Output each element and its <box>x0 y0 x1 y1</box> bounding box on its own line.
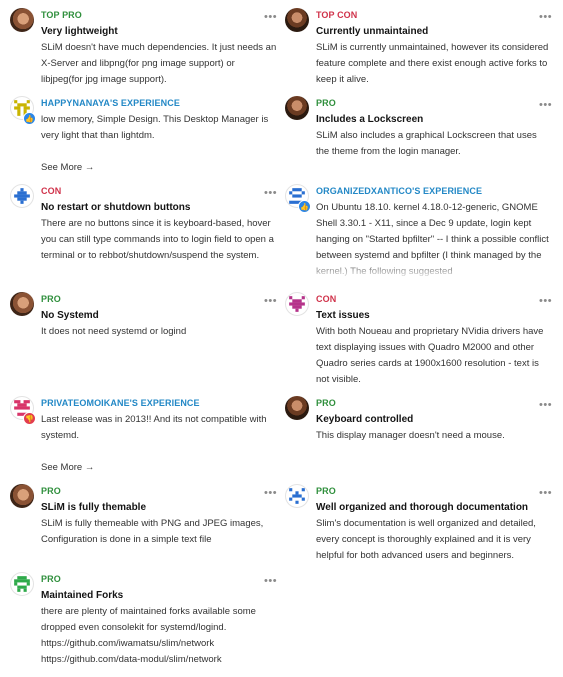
user-avatar[interactable] <box>10 8 34 32</box>
more-options-icon[interactable]: ••• <box>264 188 277 199</box>
more-options-icon[interactable]: ••• <box>264 12 277 23</box>
card-label: CON <box>316 294 337 304</box>
card-title[interactable]: Very lightweight <box>41 24 118 40</box>
thumbs-up-icon: 👍 <box>23 112 36 125</box>
card-title[interactable]: SLiM is fully themable <box>41 500 146 516</box>
more-options-icon[interactable]: ••• <box>539 488 552 499</box>
card-title[interactable]: Keyboard controlled <box>316 412 413 428</box>
user-avatar[interactable] <box>285 8 309 32</box>
pixel-avatar-icon <box>14 188 30 204</box>
card-label: PRO <box>316 398 336 408</box>
user-avatar[interactable] <box>285 484 309 508</box>
thumbs-up-icon: 👍 <box>298 200 311 213</box>
more-options-icon[interactable]: ••• <box>264 576 277 587</box>
user-avatar[interactable] <box>10 292 34 316</box>
card-title[interactable]: Currently unmaintained <box>316 24 428 40</box>
card-title[interactable]: No Systemd <box>41 308 99 324</box>
more-options-icon[interactable]: ••• <box>264 296 277 307</box>
card-title[interactable]: Maintained Forks <box>41 588 123 604</box>
text-fade <box>316 260 552 280</box>
user-avatar[interactable] <box>285 396 309 420</box>
user-avatar[interactable] <box>285 96 309 120</box>
card-title[interactable]: Text issues <box>316 308 370 324</box>
more-options-icon[interactable]: ••• <box>264 488 277 499</box>
see-more-link[interactable]: See More → <box>41 160 94 176</box>
user-avatar[interactable] <box>10 484 34 508</box>
card-label: PRO <box>41 294 61 304</box>
card-text: This display manager doesn't need a mous… <box>316 430 505 441</box>
user-avatar[interactable] <box>10 184 34 208</box>
card-label: PRO <box>41 574 61 584</box>
card-label: CON <box>41 186 62 196</box>
pixel-avatar-icon <box>289 296 305 312</box>
see-more-link[interactable]: See More → <box>41 460 94 476</box>
card-label: PRO <box>316 98 336 108</box>
more-options-icon[interactable]: ••• <box>539 100 552 111</box>
card-text: SLiM doesn't have much dependencies. It … <box>41 42 277 85</box>
card-text: there are plenty of maintained forks ava… <box>41 606 256 665</box>
experience-text: Last release was in 2013!! And its not c… <box>41 414 267 441</box>
card-text: With both Noueau and proprietary NVidia … <box>316 326 544 385</box>
card-label: PRO <box>41 486 61 496</box>
pixel-avatar-icon <box>289 488 305 504</box>
user-avatar[interactable] <box>285 292 309 316</box>
more-options-icon[interactable]: ••• <box>539 400 552 411</box>
card-text: There are no buttons since it is keyboar… <box>41 218 274 261</box>
thumbs-down-icon: 👎 <box>23 412 36 425</box>
card-label: TOP PRO <box>41 10 82 20</box>
experience-author-label[interactable]: PRIVATEOMOIKANE'S EXPERIENCE <box>41 396 200 410</box>
card-title[interactable]: Includes a Lockscreen <box>316 112 423 128</box>
card-label: TOP CON <box>316 10 358 20</box>
user-avatar[interactable] <box>10 572 34 596</box>
card-title[interactable]: No restart or shutdown buttons <box>41 200 190 216</box>
card-text: It does not need systemd or logind <box>41 326 187 337</box>
card-label: PRO <box>316 486 336 496</box>
card-text: Slim's documentation is well organized a… <box>316 518 536 561</box>
experience-author-label[interactable]: HAPPYNANAYA'S EXPERIENCE <box>41 96 180 110</box>
card-text: SLiM is currently unmaintained, however … <box>316 42 549 85</box>
more-options-icon[interactable]: ••• <box>539 296 552 307</box>
experience-text: low memory, Simple Design. This Desktop … <box>41 114 269 141</box>
card-text: SLiM also includes a graphical Lockscree… <box>316 130 537 157</box>
card-title[interactable]: Well organized and thorough documentatio… <box>316 500 528 516</box>
more-options-icon[interactable]: ••• <box>539 12 552 23</box>
card-text: SLiM is fully themeable with PNG and JPE… <box>41 518 264 545</box>
experience-author-label[interactable]: ORGANIZEDXANTICO'S EXPERIENCE <box>316 184 482 198</box>
pixel-avatar-icon <box>14 576 30 592</box>
